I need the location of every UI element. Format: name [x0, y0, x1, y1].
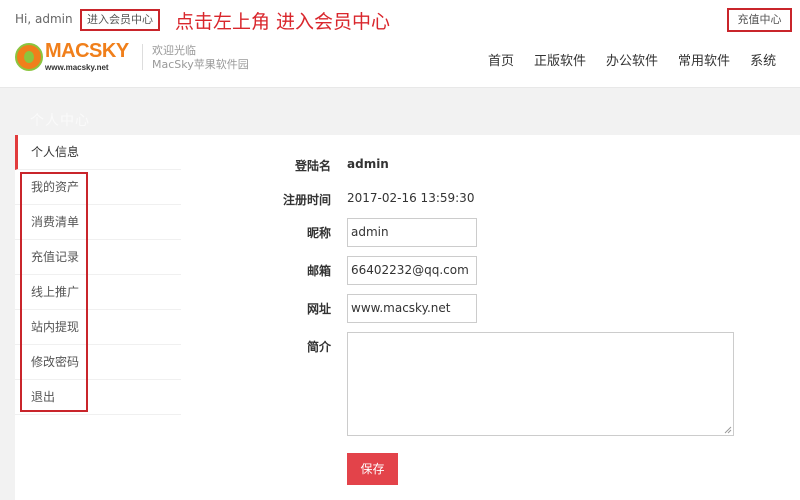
resize-grip-icon[interactable]: [724, 426, 732, 434]
main-nav: 首页 正版软件 办公软件 常用软件 系统: [488, 50, 796, 69]
welcome-text: 欢迎光临 MacSky苹果软件园: [152, 44, 249, 72]
email-label: 邮箱: [306, 264, 331, 278]
greeting-text: Hi, admin: [15, 12, 73, 26]
bio-label: 简介: [306, 340, 331, 354]
logo-url-text: www.macsky.net: [45, 63, 109, 72]
sidebar-item-assets[interactable]: 我的资产: [15, 170, 181, 205]
annotation-text: 点击左上角 进入会员中心: [175, 11, 391, 33]
welcome-line-1: 欢迎光临: [152, 44, 196, 57]
nickname-field[interactable]: admin: [347, 218, 477, 247]
member-center-link[interactable]: 进入会员中心: [80, 9, 160, 31]
sidebar-item-expenses[interactable]: 消费清单: [15, 205, 181, 240]
register-time-label: 注册时间: [282, 193, 331, 207]
sidebar-item-change-password[interactable]: 修改密码: [15, 345, 181, 380]
save-button[interactable]: 保存: [347, 453, 398, 485]
sidebar-item-recharge-records[interactable]: 充值记录: [15, 240, 181, 275]
bio-textarea[interactable]: [347, 332, 734, 436]
sidebar-item-promotion[interactable]: 线上推广: [15, 275, 181, 310]
sidebar-item-withdraw[interactable]: 站内提现: [15, 310, 181, 345]
website-label: 网址: [306, 302, 331, 316]
top-bar: Hi, admin 进入会员中心 点击左上角 进入会员中心 充值中心: [0, 0, 800, 40]
nav-item-common-software[interactable]: 常用软件: [678, 54, 730, 69]
profile-panel: 登陆名 admin 注册时间 2017-02-16 13:59:30 昵称 ad…: [181, 135, 800, 500]
register-time-value: 2017-02-16 13:59:30: [347, 191, 475, 205]
recharge-center-link[interactable]: 充值中心: [727, 8, 792, 32]
welcome-line-2: MacSky苹果软件园: [152, 58, 249, 71]
site-logo[interactable]: MACSKY www.macsky.net: [15, 40, 140, 76]
website-field[interactable]: www.macsky.net: [347, 294, 477, 323]
header-divider: [142, 44, 143, 70]
login-name-value: admin: [347, 157, 389, 171]
site-header: MACSKY www.macsky.net 欢迎光临 MacSky苹果软件园 首…: [0, 40, 800, 88]
sidebar-item-profile[interactable]: 个人信息: [15, 135, 181, 170]
apple-logo-icon: [15, 43, 43, 71]
logo-text: MACSKY: [45, 40, 129, 62]
nickname-label: 昵称: [306, 226, 331, 240]
nav-item-home[interactable]: 首页: [488, 54, 514, 69]
nav-item-office-software[interactable]: 办公软件: [606, 54, 658, 69]
login-name-label: 登陆名: [294, 159, 331, 173]
email-field[interactable]: 66402232@qq.com: [347, 256, 477, 285]
nav-item-licensed-software[interactable]: 正版软件: [534, 54, 586, 69]
sidebar-item-logout[interactable]: 退出: [15, 380, 181, 415]
sidebar: 个人信息 我的资产 消费清单 充值记录 线上推广 站内提现 修改密码 退出: [15, 135, 181, 500]
nav-item-system[interactable]: 系统: [750, 54, 776, 69]
page-title: 个人中心: [30, 113, 90, 129]
